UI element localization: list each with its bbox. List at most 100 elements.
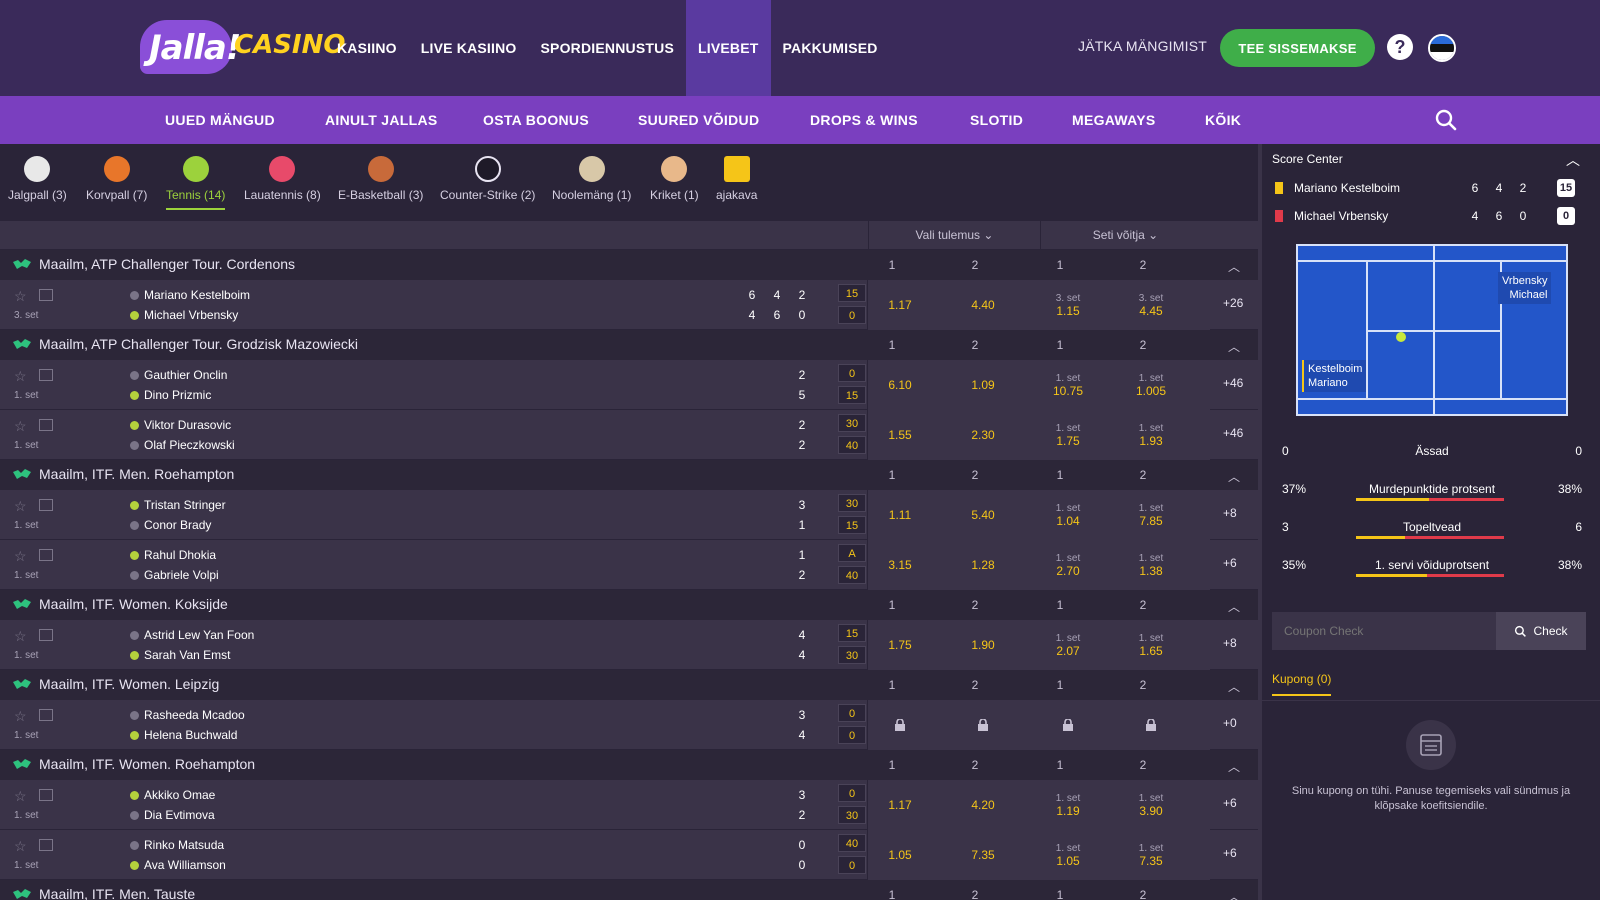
league-header[interactable]: Maailm, ITF. Men. Roehampton 1 2 1 2 ︿	[0, 460, 1260, 490]
stats-grid-icon[interactable]	[39, 419, 53, 431]
star-icon[interactable]: ☆	[14, 418, 27, 435]
nav-livebet[interactable]: LIVEBET	[685, 0, 771, 96]
estonia-flag-icon[interactable]	[1428, 34, 1456, 62]
odd-button[interactable]: 1.28	[943, 540, 1023, 590]
chevron-up-icon[interactable]: ︿	[1566, 150, 1580, 170]
stats-grid-icon[interactable]	[39, 789, 53, 801]
stats-grid-icon[interactable]	[39, 549, 53, 561]
odd-button[interactable]: 1.17	[860, 280, 940, 330]
sport-tab-3[interactable]: Lauatennis (8)	[244, 156, 321, 202]
star-icon[interactable]: ☆	[14, 498, 27, 515]
subnav-suured-voidud[interactable]: SUURED VÕIDUD	[638, 96, 759, 144]
odd-button[interactable]: 5.40	[943, 490, 1023, 540]
star-icon[interactable]: ☆	[14, 788, 27, 805]
stats-grid-icon[interactable]	[39, 499, 53, 511]
odd-button[interactable]: 1. set 2.70	[1028, 540, 1108, 590]
league-header[interactable]: Maailm, ITF. Women. Leipzig 1 2 1 2 ︿	[0, 670, 1260, 700]
score-center-header[interactable]: Score Center ︿	[1262, 144, 1600, 174]
stats-grid-icon[interactable]	[39, 839, 53, 851]
help-icon[interactable]: ?	[1387, 34, 1413, 60]
coupon-check-button[interactable]: Check	[1496, 612, 1586, 650]
odd-button[interactable]: 6.10	[860, 360, 940, 410]
stats-grid-icon[interactable]	[39, 709, 53, 721]
more-markets-link[interactable]: +6	[1223, 846, 1237, 860]
league-header[interactable]: Maailm, ATP Challenger Tour. Grodzisk Ma…	[0, 330, 1260, 360]
event-row[interactable]: ☆ 1. set Gauthier Onclin Dino Prizmic 2 5 0 15 6…	[0, 360, 1260, 410]
nav-live-kasiino[interactable]: LIVE KASIINO	[409, 0, 529, 96]
odd-button[interactable]: 1.75	[860, 620, 940, 670]
subnav-osta-boonus[interactable]: OSTA BOONUS	[483, 96, 589, 144]
odd-button[interactable]: 2.30	[943, 410, 1023, 460]
more-markets-link[interactable]: +0	[1223, 716, 1237, 730]
more-markets-link[interactable]: +6	[1223, 796, 1237, 810]
tab-kupong[interactable]: Kupong (0)	[1272, 672, 1332, 696]
nav-kasiino[interactable]: KASIINO	[325, 0, 409, 96]
chevron-up-icon[interactable]: ︿	[1228, 598, 1240, 615]
odd-button[interactable]: 1.11	[860, 490, 940, 540]
sport-tab-0[interactable]: Jalgpall (3)	[8, 156, 67, 202]
chevron-up-icon[interactable]: ︿	[1228, 888, 1240, 900]
odd-button[interactable]: 3. set 1.15	[1028, 280, 1108, 330]
star-icon[interactable]: ☆	[14, 708, 27, 725]
odd-button[interactable]: 1. set 1.65	[1111, 620, 1191, 670]
sport-tab-4[interactable]: E-Basketball (3)	[338, 156, 423, 202]
chevron-up-icon[interactable]: ︿	[1228, 258, 1240, 275]
odd-button[interactable]: 1. set 1.93	[1111, 410, 1191, 460]
chevron-up-icon[interactable]: ︿	[1228, 758, 1240, 775]
chevron-up-icon[interactable]: ︿	[1228, 468, 1240, 485]
odd-button[interactable]: 1. set 1.38	[1111, 540, 1191, 590]
odd-button[interactable]: 1. set 1.005	[1111, 360, 1191, 410]
continue-playing-link[interactable]: JÄTKA MÄNGIMIST	[1078, 38, 1207, 54]
stats-grid-icon[interactable]	[39, 369, 53, 381]
odd-button[interactable]: 1.05	[860, 830, 940, 880]
event-row[interactable]: ☆ 1. set Viktor Durasovic Olaf Pieczkowski 2…	[0, 410, 1260, 460]
subnav-koik[interactable]: KÕIK	[1205, 96, 1241, 144]
odd-button[interactable]: 1. set 7.85	[1111, 490, 1191, 540]
more-markets-link[interactable]: +46	[1223, 376, 1243, 390]
chevron-up-icon[interactable]: ︿	[1228, 338, 1240, 355]
odd-button[interactable]: 1.55	[860, 410, 940, 460]
odd-button[interactable]: 4.20	[943, 780, 1023, 830]
event-row[interactable]: ☆ 1. set Astrid Lew Yan Foon Sarah Van Emst…	[0, 620, 1260, 670]
set-winner-market-select[interactable]: Seti võitja ⌄	[1040, 221, 1210, 249]
event-row[interactable]: ☆ 1. set Rinko Matsuda Ava Williamson 0 0 40 0 1…	[0, 830, 1260, 880]
deposit-button[interactable]: TEE SISSEMAKSE	[1220, 29, 1375, 67]
coupon-check-input[interactable]	[1272, 612, 1496, 650]
odd-button[interactable]: 1.17	[860, 780, 940, 830]
sport-tab-7[interactable]: Kriket (1)	[650, 156, 699, 202]
jalla-casino-logo[interactable]: Jalla! CASINO	[140, 18, 345, 80]
odd-button[interactable]: 1.90	[943, 620, 1023, 670]
result-market-select[interactable]: Vali tulemus ⌄	[868, 221, 1040, 249]
subnav-megaways[interactable]: MEGAWAYS	[1072, 96, 1156, 144]
sport-tab-1[interactable]: Korvpall (7)	[86, 156, 147, 202]
odd-button[interactable]: 3. set 4.45	[1111, 280, 1191, 330]
more-markets-link[interactable]: +6	[1223, 556, 1237, 570]
sport-tab-6[interactable]: Noolemäng (1)	[552, 156, 631, 202]
more-markets-link[interactable]: +26	[1223, 296, 1243, 310]
odd-button[interactable]: 1. set 1.19	[1028, 780, 1108, 830]
nav-pakkumised[interactable]: PAKKUMISED	[771, 0, 890, 96]
stats-grid-icon[interactable]	[39, 289, 53, 301]
odd-button[interactable]: 1. set 3.90	[1111, 780, 1191, 830]
odd-button[interactable]: 1. set 2.07	[1028, 620, 1108, 670]
odd-button[interactable]: 1. set 1.05	[1028, 830, 1108, 880]
league-header[interactable]: Maailm, ATP Challenger Tour. Cordenons 1 2…	[0, 250, 1260, 280]
subnav-uued-mangud[interactable]: UUED MÄNGUD	[165, 96, 275, 144]
odd-button[interactable]: 3.15	[860, 540, 940, 590]
star-icon[interactable]: ☆	[14, 548, 27, 565]
star-icon[interactable]: ☆	[14, 838, 27, 855]
more-markets-link[interactable]: +8	[1223, 506, 1237, 520]
league-header[interactable]: Maailm, ITF. Men. Tauste 1 2 1 2 ︿	[0, 880, 1260, 900]
star-icon[interactable]: ☆	[14, 288, 27, 305]
stats-grid-icon[interactable]	[39, 629, 53, 641]
sport-tab-8[interactable]: ajakava	[716, 156, 757, 202]
odd-button[interactable]: 1. set 10.75	[1028, 360, 1108, 410]
event-row[interactable]: ☆ 1. set Rahul Dhokia Gabriele Volpi 1 2 A 40 3.…	[0, 540, 1260, 590]
event-row[interactable]: ☆ 1. set Rasheeda Mcadoo Helena Buchwald 3 4 0…	[0, 700, 1260, 750]
star-icon[interactable]: ☆	[14, 368, 27, 385]
odd-button[interactable]: 1. set 7.35	[1111, 830, 1191, 880]
subnav-drops-wins[interactable]: DROPS & WINS	[810, 96, 918, 144]
sport-tab-5[interactable]: Counter-Strike (2)	[440, 156, 535, 202]
more-markets-link[interactable]: +8	[1223, 636, 1237, 650]
odd-button[interactable]: 1. set 1.04	[1028, 490, 1108, 540]
